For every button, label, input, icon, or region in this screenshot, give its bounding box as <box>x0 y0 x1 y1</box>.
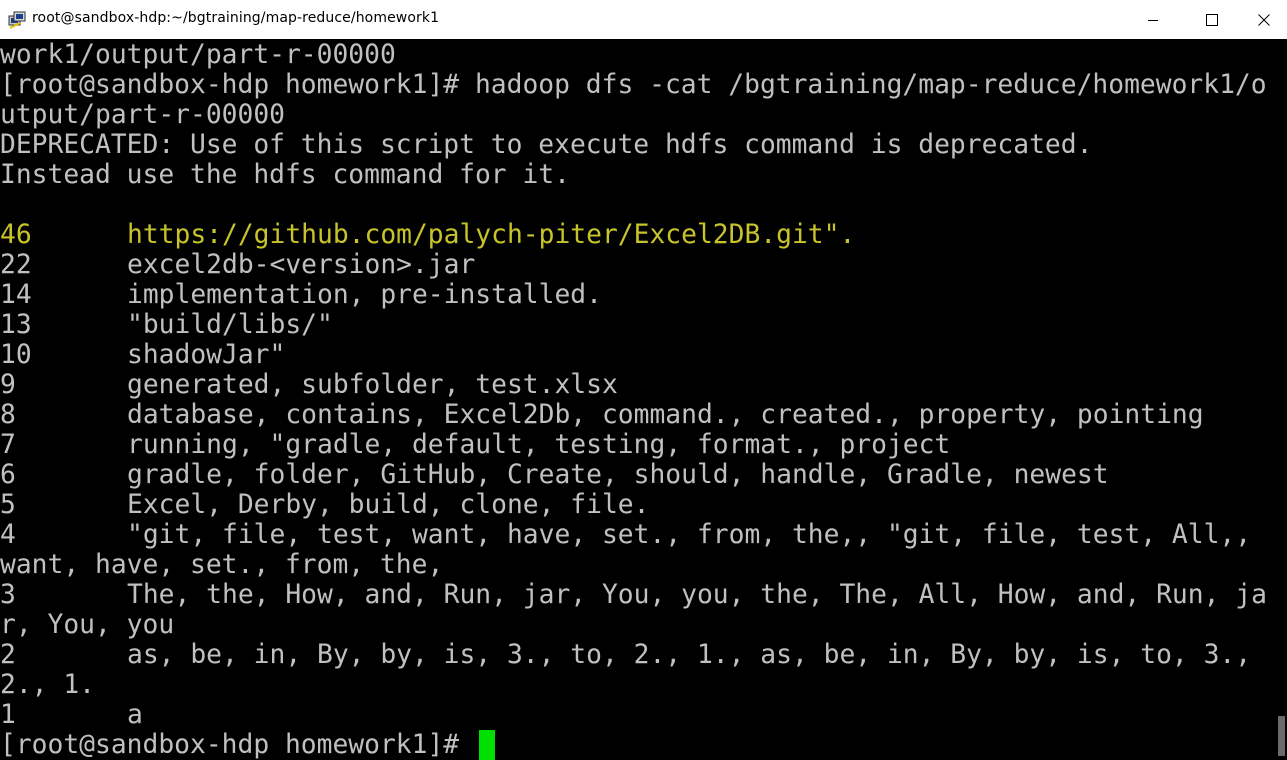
text-cursor <box>479 730 495 760</box>
maximize-button[interactable] <box>1183 0 1241 39</box>
result-row: 2 as, be, in, By, by, is, 3., to, 2., 1.… <box>0 640 1251 670</box>
word-count: 14 <box>0 280 32 310</box>
word-count: 4 <box>0 520 16 550</box>
word-list: shadowJar" <box>127 340 286 370</box>
minimize-button[interactable] <box>1124 0 1182 39</box>
scrollbar[interactable] <box>1276 40 1287 760</box>
word-list: generated, subfolder, test.xlsx <box>127 370 618 400</box>
word-count: 9 <box>0 370 16 400</box>
terminal-screen[interactable]: work1/output/part-r-00000 [root@sandbox-… <box>0 40 1276 760</box>
word-count: 13 <box>0 310 32 340</box>
word-count: 2 <box>0 640 16 670</box>
word-list: The, the, How, and, Run, jar, You, you, … <box>127 580 1267 610</box>
word-list: "build/libs/" <box>127 310 333 340</box>
maximize-icon <box>1206 13 1218 26</box>
word-list: running, "gradle, default, testing, form… <box>127 430 951 460</box>
word-list: https://github.com/palych-piter/Excel2DB… <box>127 220 856 250</box>
word-list: gradle, folder, GitHub, Create, should, … <box>127 460 1109 490</box>
close-icon <box>1257 13 1270 26</box>
result-row: 5 Excel, Derby, build, clone, file. <box>0 490 649 520</box>
putty-icon <box>8 11 26 29</box>
putty-window: root@sandbox-hdp:~/bgtraining/map-reduce… <box>0 0 1287 760</box>
result-row: 8 database, contains, Excel2Db, command.… <box>0 400 1204 430</box>
result-row: 3 The, the, How, and, Run, jar, You, you… <box>0 580 1267 610</box>
result-row-wrap: want, have, set., from, the, <box>0 550 444 580</box>
result-row-wrap: 2., 1. <box>0 670 95 700</box>
word-list: Excel, Derby, build, clone, file. <box>127 490 650 520</box>
word-count: 6 <box>0 460 16 490</box>
result-row-wrap: r, You, you <box>0 610 175 640</box>
word-count: 22 <box>0 250 32 280</box>
result-row: 7 running, "gradle, default, testing, fo… <box>0 430 950 460</box>
terminal-line: Instead use the hdfs command for it. <box>0 160 570 190</box>
word-count: 1 <box>0 700 16 730</box>
word-list: a <box>127 700 143 730</box>
result-row: 1 a <box>0 700 143 730</box>
result-row: 10 shadowJar" <box>0 340 285 370</box>
terminal-line: [root@sandbox-hdp homework1]# hadoop dfs… <box>0 70 1267 100</box>
word-count: 46 <box>0 220 32 250</box>
terminal-line: utput/part-r-00000 <box>0 100 285 130</box>
title-bar[interactable]: root@sandbox-hdp:~/bgtraining/map-reduce… <box>0 0 1287 39</box>
close-button[interactable] <box>1240 0 1287 39</box>
word-list: "git, file, test, want, have, set., from… <box>127 520 1252 550</box>
word-list: database, contains, Excel2Db, command., … <box>127 400 1204 430</box>
terminal-line: work1/output/part-r-00000 <box>0 40 396 70</box>
terminal-line: DEPRECATED: Use of this script to execut… <box>0 130 1093 160</box>
word-list: as, be, in, By, by, is, 3., to, 2., 1., … <box>127 640 1252 670</box>
word-count: 5 <box>0 490 16 520</box>
result-row: 46 https://github.com/palych-piter/Excel… <box>0 220 855 250</box>
word-count: 7 <box>0 430 16 460</box>
window-title: root@sandbox-hdp:~/bgtraining/map-reduce… <box>32 10 440 26</box>
result-row: 14 implementation, pre-installed. <box>0 280 602 310</box>
result-row: 13 "build/libs/" <box>0 310 333 340</box>
result-row: 6 gradle, folder, GitHub, Create, should… <box>0 460 1109 490</box>
word-count: 8 <box>0 400 16 430</box>
word-list: excel2db-<version>.jar <box>127 250 476 280</box>
scrollbar-thumb[interactable] <box>1278 716 1285 756</box>
word-count: 3 <box>0 580 16 610</box>
word-list: implementation, pre-installed. <box>127 280 602 310</box>
result-row: 22 excel2db-<version>.jar <box>0 250 475 280</box>
minimize-icon <box>1148 19 1158 21</box>
shell-prompt[interactable]: [root@sandbox-hdp homework1]# <box>0 730 475 760</box>
word-count: 10 <box>0 340 32 370</box>
result-row: 4 "git, file, test, want, have, set., fr… <box>0 520 1251 550</box>
result-row: 9 generated, subfolder, test.xlsx <box>0 370 618 400</box>
